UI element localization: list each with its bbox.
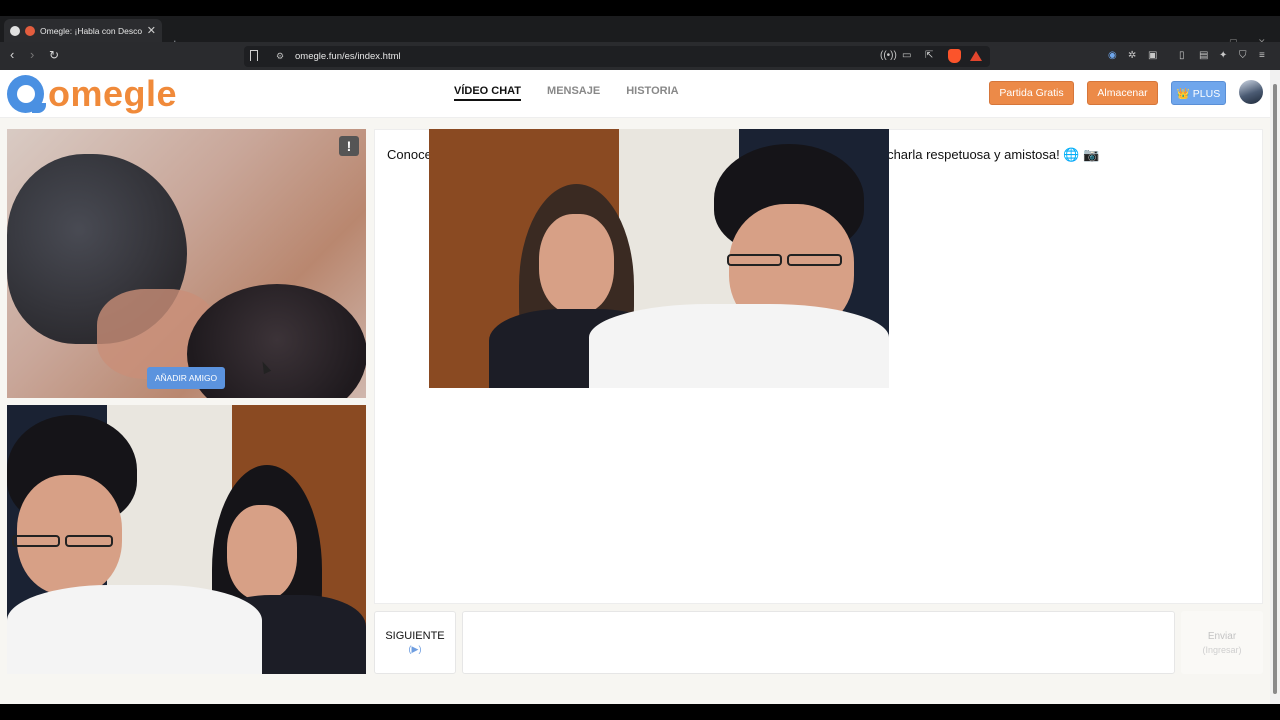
brave-shields-icon[interactable] [948, 49, 961, 63]
video-scene [7, 405, 366, 674]
site-header: omegle VÍDEO CHAT MENSAJE HISTORIA Parti… [0, 70, 1270, 118]
stranger-video: ! AÑADIR AMIGO [7, 129, 366, 398]
vpn-icon[interactable]: ⛉ [1239, 50, 1247, 62]
sidebar-icon[interactable]: ▯ [1179, 50, 1185, 62]
tab-audio-icon [10, 25, 20, 36]
video-shape [727, 254, 782, 266]
main-nav: VÍDEO CHAT MENSAJE HISTORIA [454, 85, 679, 101]
browser-tab[interactable]: Omegle: ¡Habla con Descono ✕ [4, 19, 162, 42]
nav-video-chat[interactable]: VÍDEO CHAT [454, 85, 522, 101]
almacenar-button[interactable]: Almacenar [1087, 81, 1158, 105]
screen-icon[interactable]: ▭ [902, 50, 911, 62]
leo-ai-icon[interactable]: ✦ [1219, 50, 1227, 62]
cast-icon[interactable]: ((•)) [880, 50, 897, 62]
extensions-icon[interactable]: ✲ [1128, 50, 1136, 62]
system-message-start: Conoce [387, 147, 432, 162]
send-label: Enviar [1207, 630, 1237, 642]
menu-icon[interactable]: ≡ [1259, 50, 1265, 62]
system-message-end: charla respetuosa y amistosa! 🌐 📷 [887, 147, 1100, 162]
brave-rewards-icon[interactable] [970, 51, 982, 61]
screen-top-bar [0, 0, 1280, 16]
video-shape [787, 254, 842, 266]
partida-gratis-button[interactable]: Partida Gratis [989, 81, 1074, 105]
share-icon[interactable]: ⇱ [925, 50, 933, 62]
video-shape [7, 585, 262, 674]
reader-icon[interactable]: ▣ [1148, 50, 1157, 62]
tab-title: Omegle: ¡Habla con Descono [40, 25, 142, 36]
omegle-favicon-icon [25, 25, 35, 36]
address-bar: ‹ › ↻ ⚙ omegle.fun/es/index.html ((•)) ▭… [0, 42, 1280, 70]
video-shape [12, 535, 60, 547]
page-scrollbar[interactable] [1270, 70, 1280, 704]
video-shape [65, 535, 113, 547]
close-tab-icon[interactable]: ✕ [147, 24, 156, 37]
plus-button[interactable]: 👑 PLUS [1171, 81, 1226, 105]
video-shape [227, 505, 297, 600]
video-shape [589, 304, 889, 388]
next-label: SIGUIENTE [385, 630, 445, 642]
scrollbar-thumb[interactable] [1273, 84, 1277, 694]
back-arrow-icon[interactable]: ‹ [10, 48, 14, 62]
bookmark-icon[interactable] [250, 50, 258, 61]
site-settings-icon[interactable]: ⚙ [276, 51, 284, 62]
url-text[interactable]: omegle.fun/es/index.html [295, 51, 401, 62]
logo-text: omegle [47, 73, 177, 114]
avatar[interactable] [1239, 80, 1263, 104]
self-video [7, 405, 366, 674]
video-shape [539, 214, 614, 314]
reload-icon[interactable]: ↻ [49, 48, 59, 62]
tab-strip: Omegle: ¡Habla con Descono ✕ + — ▢ ✕ [0, 16, 1280, 51]
nav-mensaje[interactable]: MENSAJE [547, 85, 600, 101]
forward-arrow-icon[interactable]: › [30, 48, 34, 62]
omegle-logo-icon [7, 75, 46, 113]
next-hotkey: (▶) [408, 644, 422, 654]
send-hotkey: (Ingresar) [1202, 644, 1242, 655]
omegle-logo[interactable]: omegle [7, 73, 177, 115]
nav-historia[interactable]: HISTORIA [626, 85, 678, 101]
message-input[interactable] [462, 611, 1175, 674]
send-button[interactable]: Enviar (Ingresar) [1181, 611, 1263, 674]
floating-video[interactable] [429, 129, 889, 388]
report-button[interactable]: ! [339, 136, 359, 156]
wallet-icon[interactable]: ▤ [1199, 50, 1208, 62]
omegle-page: omegle VÍDEO CHAT MENSAJE HISTORIA Parti… [0, 70, 1270, 704]
audio-icon[interactable]: ◉ [1108, 50, 1117, 62]
screen-bottom-bar [0, 704, 1280, 720]
add-friend-button[interactable]: AÑADIR AMIGO [147, 367, 225, 389]
next-button[interactable]: SIGUIENTE (▶) [374, 611, 456, 674]
